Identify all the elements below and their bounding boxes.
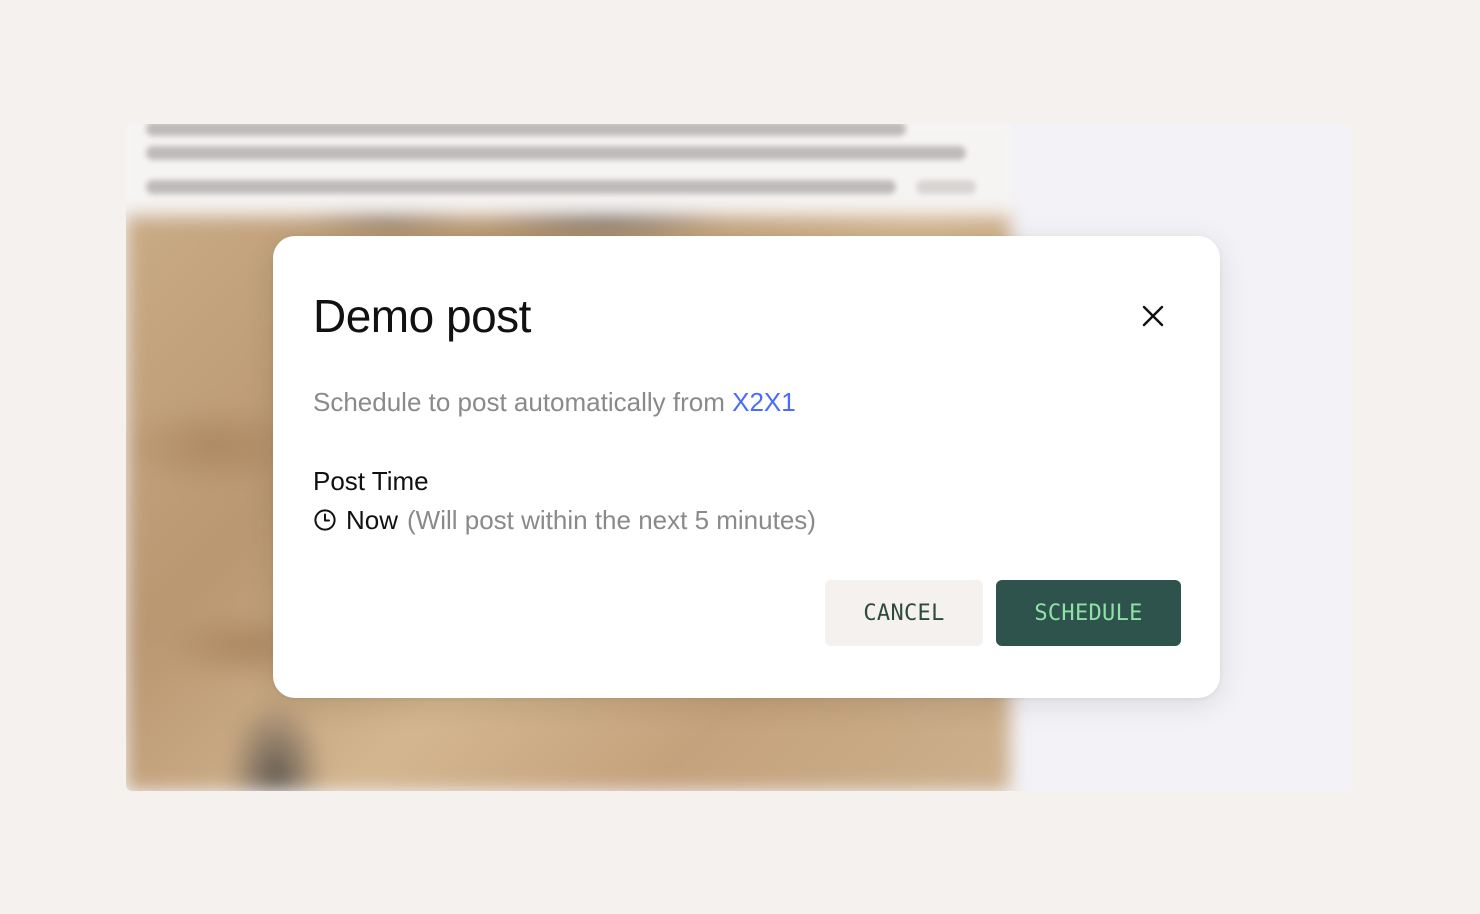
modal-subtitle: Schedule to post automatically from X2X1 bbox=[313, 386, 796, 418]
modal-title: Demo post bbox=[313, 290, 531, 342]
post-time-hint: (Will post within the next 5 minutes) bbox=[407, 505, 816, 535]
background-text-line bbox=[146, 124, 906, 136]
post-time-value-row: Now (Will post within the next 5 minutes… bbox=[313, 504, 816, 536]
cancel-button[interactable]: CANCEL bbox=[825, 580, 983, 646]
background-text-line bbox=[146, 146, 966, 160]
clock-icon bbox=[313, 508, 337, 532]
subtitle-text: Schedule to post automatically from bbox=[313, 387, 725, 417]
close-icon bbox=[1142, 305, 1164, 327]
schedule-post-modal: Demo post Schedule to post automatically… bbox=[273, 236, 1220, 698]
account-link[interactable]: X2X1 bbox=[732, 387, 796, 417]
page-stage: Demo post Schedule to post automatically… bbox=[0, 0, 1480, 914]
background-text-line bbox=[916, 180, 976, 194]
post-time-label: Post Time bbox=[313, 466, 429, 496]
close-button[interactable] bbox=[1135, 298, 1171, 334]
schedule-button[interactable]: SCHEDULE bbox=[996, 580, 1181, 646]
post-time-value: Now bbox=[346, 505, 399, 535]
background-text-line bbox=[146, 180, 896, 194]
background-post-text bbox=[126, 124, 1011, 216]
